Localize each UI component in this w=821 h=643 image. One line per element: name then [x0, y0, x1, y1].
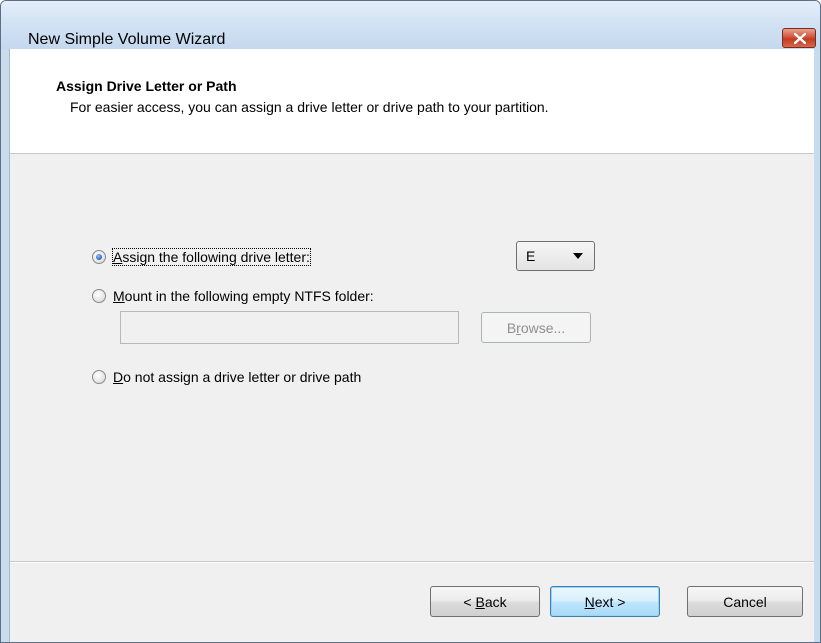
browse-label-pre: B [506, 319, 517, 336]
close-icon [794, 33, 806, 44]
browse-button[interactable]: Br owse... [481, 312, 591, 343]
close-button[interactable] [782, 28, 816, 48]
drive-letter-dropdown[interactable]: E [516, 241, 595, 271]
page-title: Assign Drive Letter or Path [56, 78, 237, 94]
back-button[interactable]: < Back [430, 586, 540, 617]
back-label-prefix: < [463, 593, 476, 610]
mount-folder-label[interactable]: Mount in the following empty NTFS folder… [113, 288, 374, 304]
mount-folder-mnemonic: M [113, 288, 125, 304]
assign-letter-label-text: ssign the following drive letter: [122, 249, 310, 265]
assign-letter-mnemonic: A [113, 249, 123, 265]
next-label-rest: ext > [594, 593, 626, 610]
mount-folder-radio[interactable] [92, 289, 106, 303]
assign-letter-label[interactable]: Assign the following drive letter: [112, 248, 311, 266]
back-label-mnemonic: B [475, 593, 485, 610]
assign-letter-option[interactable]: Assign the following drive letter: [92, 248, 311, 266]
chevron-down-icon [573, 253, 583, 259]
cancel-button[interactable]: Cancel [687, 586, 803, 617]
no-assign-radio[interactable] [92, 370, 106, 384]
drive-letter-value: E [526, 248, 536, 264]
browse-label-rest: owse... [520, 319, 566, 336]
folder-path-input[interactable] [120, 311, 459, 344]
next-label-mnemonic: N [584, 593, 595, 610]
back-label-rest: ack [484, 593, 507, 610]
no-assign-option[interactable]: Do not assign a drive letter or drive pa… [92, 369, 361, 385]
footer-separator [10, 561, 814, 563]
window-title: New Simple Volume Wizard [28, 31, 226, 48]
wizard-client-area: Assign Drive Letter or Path For easier a… [9, 49, 814, 642]
wizard-header: Assign Drive Letter or Path For easier a… [10, 49, 814, 154]
no-assign-label[interactable]: Do not assign a drive letter or drive pa… [113, 369, 361, 385]
mount-folder-label-text: ount in the following empty NTFS folder: [124, 288, 374, 304]
mount-folder-option[interactable]: Mount in the following empty NTFS folder… [92, 288, 374, 304]
page-subtitle: For easier access, you can assign a driv… [70, 99, 549, 115]
no-assign-mnemonic: D [113, 369, 124, 385]
title-bar[interactable]: New Simple Volume Wizard [1, 1, 820, 49]
wizard-window: New Simple Volume Wizard Assign Drive Le… [0, 0, 821, 643]
no-assign-label-text: o not assign a drive letter or drive pat… [123, 369, 362, 385]
next-button[interactable]: Next > [550, 586, 660, 617]
assign-letter-radio[interactable] [92, 250, 106, 264]
